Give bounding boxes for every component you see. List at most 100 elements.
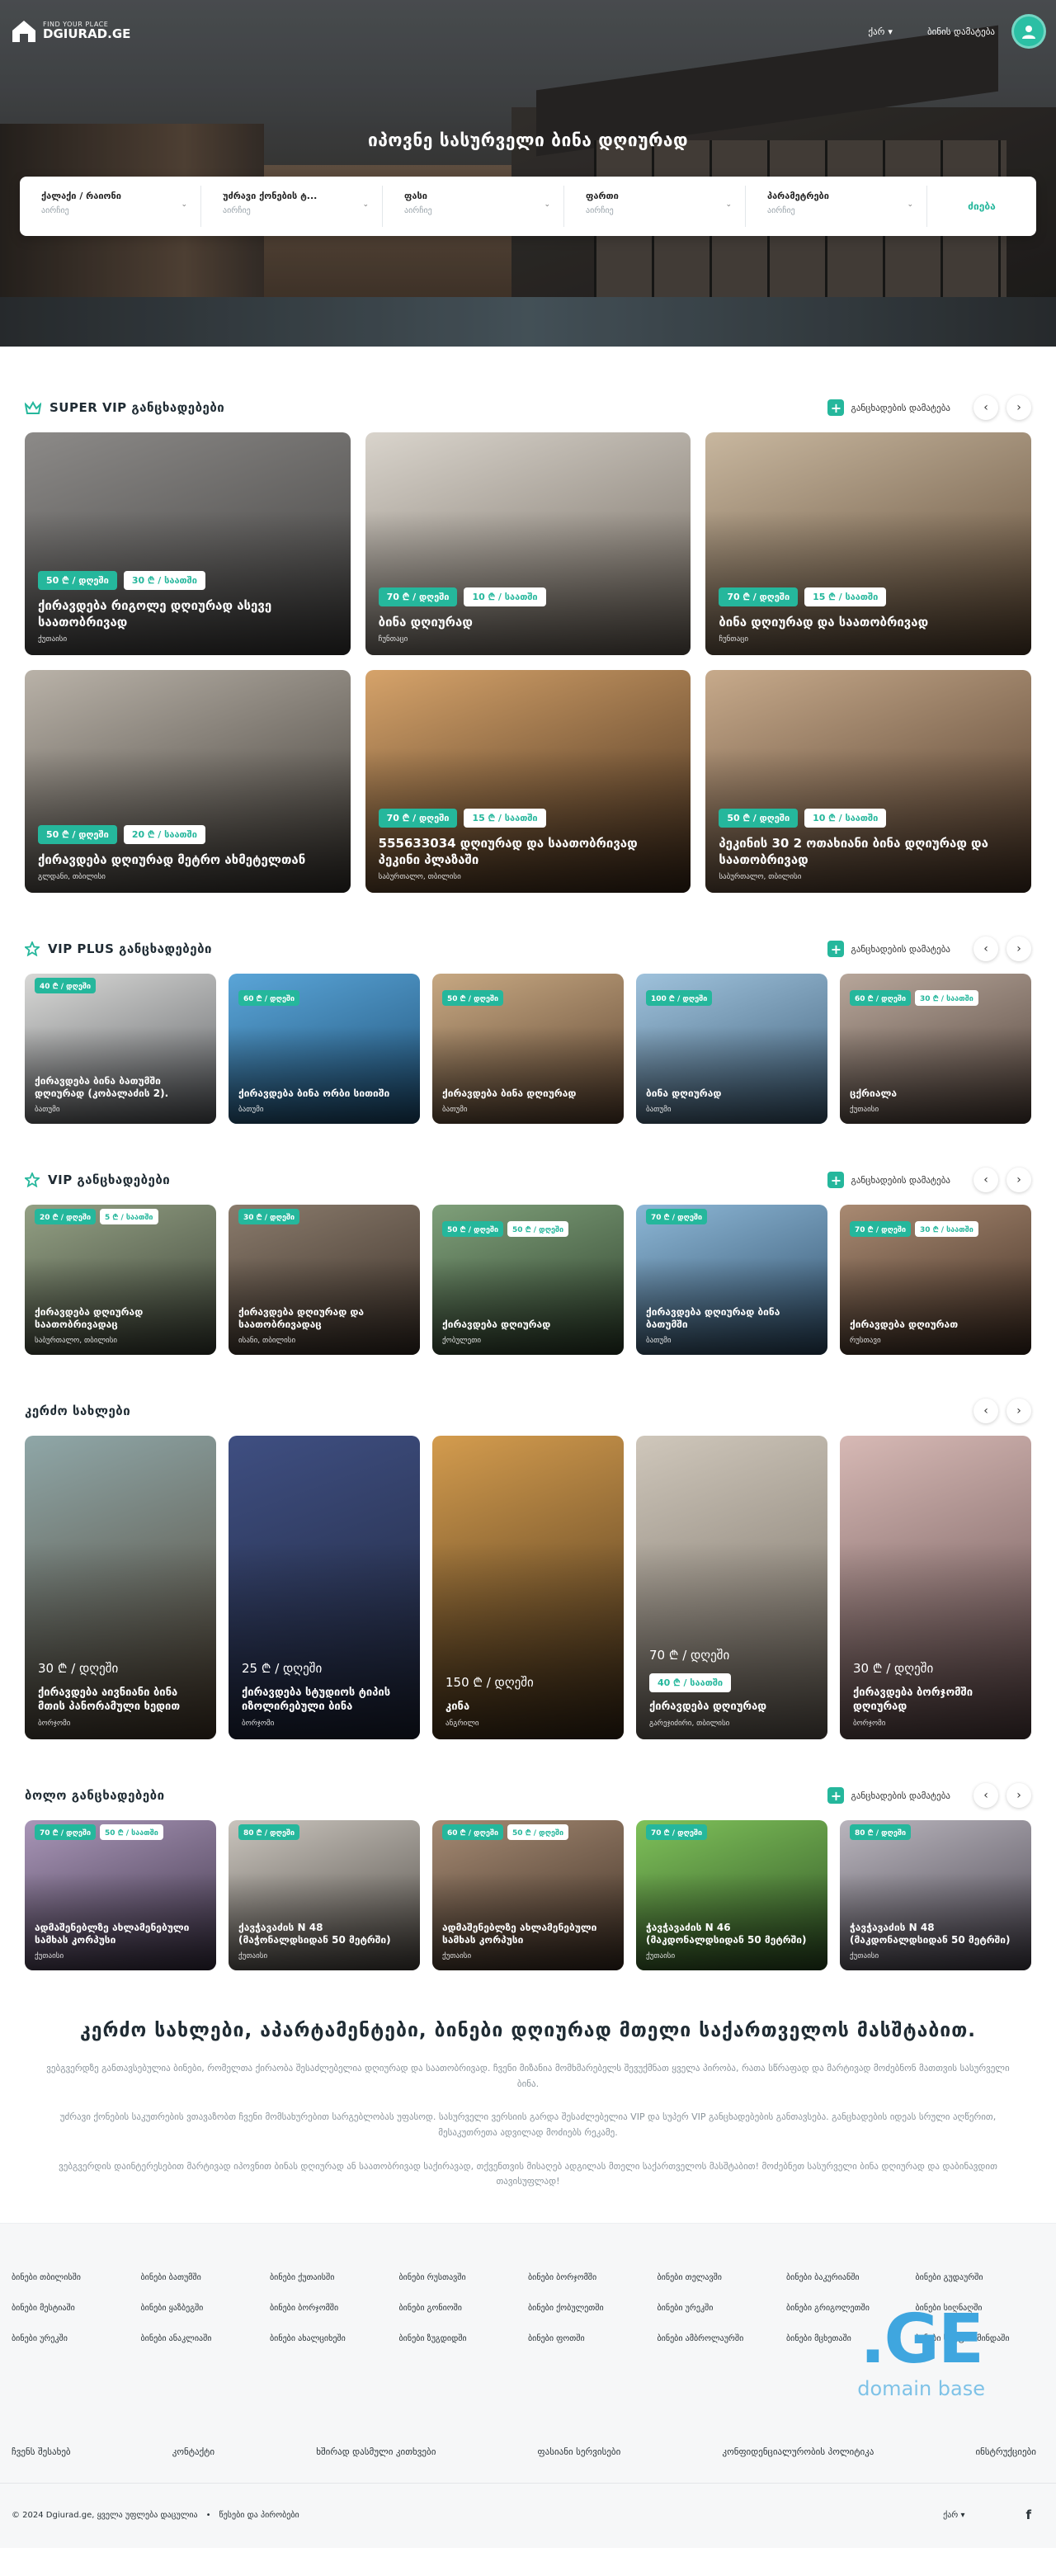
instructions-link[interactable]: ინსტრუქციები [975, 2446, 1035, 2457]
carousel-next-button[interactable]: › [1006, 937, 1031, 961]
ge-logo-subtitle: domain base [857, 2377, 985, 2401]
city-link[interactable]: ბინები ამბროლაურში [658, 2334, 787, 2343]
search-field-property-type[interactable]: უძრავი ქონების ტ... აირჩიე ⌄ [201, 186, 383, 227]
price-badges: 50 ₾ / დღეში 20 ₾ / საათში [38, 824, 339, 844]
listing-location: ბათუმი [442, 1106, 468, 1114]
listing-card[interactable]: 80 ₾ / დღეში ჭავჭავაძის N 48 (მაკდონალდსი… [840, 1820, 1031, 1970]
listing-card[interactable]: 50 ₾ / დღეში ქირავდება ბინა დღიურად ბათუმი [432, 974, 624, 1124]
listing-card[interactable]: 70 ₾ / დღეში 15 ₾ / საათში 555633034 დღიურ… [365, 670, 691, 893]
carousel-prev-button[interactable]: ‹ [974, 1168, 998, 1192]
listing-card[interactable]: 100 ₾ / დღეში ბინა დღიურად ბათუმი [636, 974, 827, 1124]
listing-card[interactable]: 70 ₾ / დღეში 50 ₾ / საათში ადმაშენებლზე ახ… [25, 1820, 216, 1970]
search-button[interactable]: ძიება [927, 201, 1036, 212]
listing-card[interactable]: 70 ₾ / დღეში 10 ₾ / საათში ბინა დღიურად ჩუნ… [365, 432, 691, 655]
listing-location: საბურთალო, თბილისი [719, 873, 802, 881]
site-logo[interactable]: FIND YOUR PLACE DGIURAD.GE [10, 17, 130, 45]
city-link[interactable]: ბინები რუსთავში [399, 2273, 529, 2282]
carousel-next-button[interactable]: › [1006, 1399, 1031, 1423]
listing-card[interactable]: 50 ₾ / დღეში 30 ₾ / საათში ქირავდება რიგოლ… [25, 432, 351, 655]
listing-card[interactable]: 50 ₾ / დღეში 10 ₾ / საათში პეკინის 30 2 ოთ… [705, 670, 1031, 893]
listing-card[interactable]: 20 ₾ / დღეში 5 ₾ / საათში ქირავდება დღიურა… [25, 1205, 216, 1355]
privacy-policy-link[interactable]: კონფიდენციალურობის პოლიტიკა [722, 2446, 874, 2457]
city-link[interactable]: ბინები ახალციხეში [270, 2334, 399, 2343]
language-selector[interactable]: ქარ ▾ [868, 26, 893, 37]
paid-services-link[interactable]: ფასიანი სერვისები [538, 2446, 621, 2457]
carousel-next-button[interactable]: › [1006, 395, 1031, 420]
plus-icon: + [827, 1172, 845, 1188]
add-listing-link[interactable]: ბინის დამატება [927, 26, 995, 37]
facebook-icon[interactable]: f [1025, 2508, 1031, 2522]
listing-card[interactable]: 80 ₾ / დღეში ქავჭავაძის N 48 (მაჭონალდსიდ… [229, 1820, 420, 1970]
contact-link[interactable]: კონტაქტი [172, 2446, 214, 2457]
city-link[interactable]: ბინები გონიოში [399, 2304, 529, 2313]
listing-card[interactable]: 150 ₾ / დღეში კინა ანგრილი [432, 1436, 624, 1739]
add-listing-button[interactable]: + განცხადების დამატება [827, 941, 950, 957]
carousel-prev-button[interactable]: ‹ [974, 937, 998, 961]
add-listing-button[interactable]: + განცხადების დამატება [827, 1172, 950, 1188]
listing-card[interactable]: 60 ₾ / დღეში 30 ₾ / საათში ცქრიალა ქუთაისი [840, 974, 1031, 1124]
city-link[interactable]: ბინები თელავში [658, 2273, 787, 2282]
listing-card[interactable]: 70 ₾ / დღეში ჭავჭავაძის N 46 (მაკდონალდსი… [636, 1820, 827, 1970]
listing-card[interactable]: 50 ₾ / დღეში 20 ₾ / საათში ქირავდება დღიურ… [25, 670, 351, 893]
city-link[interactable]: ბინები ფოთში [528, 2334, 658, 2343]
field-label: ქალაქი / რაიონი [41, 191, 121, 201]
price-badges: 30 ₾ / დღეში [238, 1208, 300, 1224]
city-link[interactable]: ბინები ქუთაისში [270, 2273, 399, 2282]
city-link[interactable]: ბინები გუდაურში [916, 2273, 1045, 2282]
city-link[interactable]: ბინები ბაკურიანში [786, 2273, 916, 2282]
about-link[interactable]: ჩვენს შესახებ [12, 2446, 71, 2457]
city-link[interactable]: ბინები მესტიაში [12, 2304, 141, 2313]
daily-price-badge: 80 ₾ / დღეში [238, 1823, 300, 1840]
section-title: SUPER VIP განცხადებები [50, 400, 225, 415]
city-link[interactable]: ბინები ქობულეთში [528, 2304, 658, 2313]
faq-link[interactable]: ხშირად დასმული კითხვები [316, 2446, 436, 2457]
search-field-price[interactable]: ფასი აირჩიე ⌄ [383, 186, 564, 227]
listing-title: კინა [446, 1701, 470, 1714]
listing-card[interactable]: 70 ₾ / დღეში 30 ₾ / საათში ქირავდება დღიურ… [840, 1205, 1031, 1355]
user-avatar-button[interactable] [1011, 14, 1046, 49]
carousel-prev-button[interactable]: ‹ [974, 1399, 998, 1423]
listing-card[interactable]: 30 ₾ / დღეში ქირავდება ბორჯომში დღიურად ბო… [840, 1436, 1031, 1739]
price-badges: 80 ₾ / დღეში [850, 1823, 912, 1840]
separator: • [205, 2510, 211, 2520]
footer-language-selector[interactable]: ქარ ▾ [943, 2511, 964, 2520]
add-listing-button[interactable]: + განცხადების დამატება [827, 1787, 950, 1804]
field-placeholder: აირჩიე [767, 206, 795, 215]
listing-card[interactable]: 30 ₾ / დღეში ქირავდება დღიურად და საათობრ… [229, 1205, 420, 1355]
price-badges: 70 ₾ / დღეში [646, 1208, 708, 1224]
search-field-area[interactable]: ფართი აირჩიე ⌄ [564, 186, 746, 227]
city-link[interactable]: ბინები ბორჯომში [270, 2304, 399, 2313]
hero-title: იპოვნე სასურველი ბინა დღიურად [367, 130, 689, 150]
listing-title: ბინა დღიურად და საათობრივად [719, 614, 929, 630]
hourly-price-badge: 20 ₾ / საათში [123, 824, 205, 844]
listing-card[interactable]: 30 ₾ / დღეში ქირავდება აივნიანი ბინა მთის… [25, 1436, 216, 1739]
carousel-next-button[interactable]: › [1006, 1168, 1031, 1192]
city-link[interactable]: ბინები ურეკში [12, 2334, 141, 2343]
city-link[interactable]: ბინები ანაკლიაში [141, 2334, 271, 2343]
hourly-price-badge: 50 ₾ / დღეში [507, 1823, 569, 1840]
search-field-city[interactable]: ქალაქი / რაიონი აირჩიე ⌄ [20, 186, 201, 227]
city-link[interactable]: ბინები ყაზბეგში [141, 2304, 271, 2313]
listing-card[interactable]: 70 ₾ / დღეში 40 ₾ / საათში ქირავდება დღიურ… [636, 1436, 827, 1739]
city-link[interactable]: ბინები ზუგდიდში [399, 2334, 529, 2343]
carousel-next-button[interactable]: › [1006, 1783, 1031, 1808]
carousel-prev-button[interactable]: ‹ [974, 1783, 998, 1808]
city-link[interactable]: ბინები ბათუმში [141, 2273, 271, 2282]
city-link[interactable]: ბინები ბორჯომში [528, 2273, 658, 2282]
city-link[interactable]: ბინები ურეკში [658, 2304, 787, 2313]
listing-card[interactable]: 60 ₾ / დღეში ქირავდება ბინა ორბი სითიში ბა… [229, 974, 420, 1124]
listing-card[interactable]: 40 ₾ / დღეში ქირავდება ბინა ბათუმში დღიურ… [25, 974, 216, 1124]
search-field-parameters[interactable]: პარამეტრები აირჩიე ⌄ [746, 186, 927, 227]
listing-card[interactable]: 70 ₾ / დღეში ქირავდება დღიურად ბინა ბათუმ… [636, 1205, 827, 1355]
listing-card[interactable]: 25 ₾ / დღეში ქირავდება სტუდიოს ტიპის იზოლ… [229, 1436, 420, 1739]
city-link[interactable]: ბინები თბილისში [12, 2273, 141, 2282]
terms-link[interactable]: წესები და პირობები [219, 2511, 299, 2520]
add-listing-button[interactable]: + განცხადების დამატება [827, 399, 950, 416]
listing-card[interactable]: 50 ₾ / დღეში 50 ₾ / დღეში ქირავდება დღიურა… [432, 1205, 624, 1355]
listing-card[interactable]: 60 ₾ / დღეში 50 ₾ / დღეში ადმაშენებლზე ახლ… [432, 1820, 624, 1970]
carousel-prev-button[interactable]: ‹ [974, 395, 998, 420]
listing-title: ქირავდება სტუდიოს ტიპის იზოლირებული ბინა [242, 1687, 391, 1714]
listing-card[interactable]: 70 ₾ / დღეში 15 ₾ / საათში ბინა დღიურად და… [705, 432, 1031, 655]
listing-location: ისანი, თბილისი [238, 1337, 296, 1345]
hourly-price-badge: 5 ₾ / საათში [100, 1208, 158, 1224]
